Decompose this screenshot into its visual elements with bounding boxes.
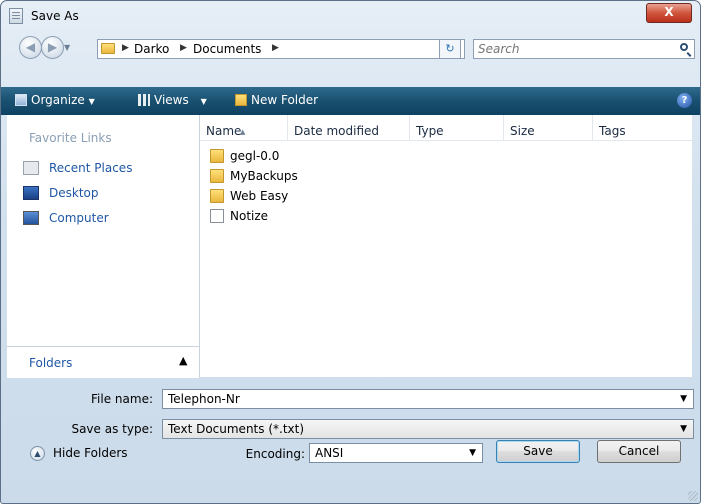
file-name: gegl-0.0 bbox=[230, 149, 280, 163]
file-name-value: Telephon-Nr bbox=[168, 392, 240, 406]
breadcrumb-darko[interactable]: Darko bbox=[134, 42, 169, 56]
chevron-down-icon: ▼ bbox=[469, 448, 476, 458]
favorite-desktop[interactable]: Desktop bbox=[23, 184, 193, 204]
favorite-label: Computer bbox=[49, 211, 109, 225]
new-folder-button[interactable]: New Folder bbox=[235, 93, 318, 107]
recent-pages-dropdown-icon[interactable]: ▼ bbox=[64, 43, 70, 52]
window-title: Save As bbox=[31, 9, 79, 23]
file-name: MyBackups bbox=[230, 169, 298, 183]
encoding-select[interactable]: ANSI ▼ bbox=[309, 443, 483, 463]
organize-menu[interactable]: Organize ▼ bbox=[15, 93, 95, 107]
navigation-bar: ◀ ▶ ▼ ▶ Darko ▶ Documents ▶ ▼ ↻ bbox=[1, 31, 700, 65]
title-bar[interactable]: Save As X bbox=[1, 1, 700, 31]
favorite-links-heading: Favorite Links bbox=[29, 131, 112, 145]
column-label: Type bbox=[416, 124, 444, 138]
folder-icon bbox=[101, 43, 115, 54]
folders-toggle[interactable]: Folders ▲ bbox=[7, 346, 199, 378]
favorite-label: Desktop bbox=[49, 186, 99, 200]
views-icon bbox=[138, 94, 150, 106]
forward-button[interactable]: ▶ bbox=[41, 36, 64, 59]
refresh-button[interactable]: ↻ bbox=[439, 39, 461, 59]
column-headers: Name ▲ Date modified Type Size Tags bbox=[200, 115, 692, 141]
hide-folders-button[interactable]: Hide Folders bbox=[53, 446, 128, 460]
navigation-pane: Favorite Links Recent Places Desktop Com… bbox=[7, 115, 200, 378]
column-header-name[interactable]: Name ▲ bbox=[200, 115, 288, 140]
command-toolbar: Organize ▼ Views ▼ New Folder ? bbox=[1, 87, 700, 115]
document-icon bbox=[210, 209, 224, 223]
sort-ascending-icon: ▲ bbox=[240, 128, 246, 136]
chevron-down-icon: ▼ bbox=[200, 97, 207, 106]
cancel-button[interactable]: Cancel bbox=[597, 440, 681, 463]
column-label: Size bbox=[510, 124, 535, 138]
help-icon[interactable]: ? bbox=[677, 93, 692, 108]
search-box[interactable] bbox=[473, 39, 695, 59]
list-item[interactable]: gegl-0.0 bbox=[210, 147, 330, 166]
save-as-type-label: Save as type: bbox=[71, 422, 153, 436]
save-button[interactable]: Save bbox=[496, 440, 580, 463]
column-label: Date modified bbox=[294, 124, 380, 138]
save-as-dialog: Save As X ◀ ▶ ▼ ▶ Darko ▶ Documents ▶ ▼ … bbox=[0, 0, 701, 504]
search-input[interactable] bbox=[478, 41, 668, 57]
forward-arrow-icon: ▶ bbox=[47, 40, 58, 54]
organize-label: Organize bbox=[31, 93, 85, 107]
favorite-label: Recent Places bbox=[49, 161, 133, 175]
column-header-date-modified[interactable]: Date modified bbox=[288, 115, 410, 140]
new-folder-label: New Folder bbox=[251, 93, 319, 107]
resize-grip[interactable] bbox=[688, 491, 698, 501]
file-name: Web Easy bbox=[230, 189, 289, 203]
chevron-up-icon[interactable]: ▲ bbox=[30, 446, 45, 461]
chevron-down-icon: ▼ bbox=[680, 424, 687, 434]
views-label: Views bbox=[154, 93, 189, 107]
close-button[interactable]: X bbox=[646, 3, 692, 23]
file-name: Notize bbox=[230, 209, 269, 223]
chevron-down-icon: ▼ bbox=[88, 97, 95, 106]
file-name-label: File name: bbox=[91, 392, 153, 406]
breadcrumb-separator-icon[interactable]: ▶ bbox=[272, 43, 279, 53]
breadcrumb-separator-icon[interactable]: ▶ bbox=[122, 43, 129, 53]
column-header-tags[interactable]: Tags bbox=[593, 115, 692, 140]
chevron-up-icon: ▲ bbox=[179, 354, 188, 367]
file-list: Name ▲ Date modified Type Size Tags gegl-… bbox=[200, 115, 692, 377]
organize-icon bbox=[15, 94, 27, 106]
recent-places-icon bbox=[23, 161, 39, 175]
back-button[interactable]: ◀ bbox=[19, 36, 42, 59]
chevron-down-icon[interactable]: ▼ bbox=[680, 394, 687, 404]
notepad-icon bbox=[9, 8, 23, 24]
save-options: File name: Telephon-Nr ▼ Save as type: T… bbox=[1, 377, 700, 503]
column-label: Name bbox=[206, 124, 242, 138]
search-icon[interactable] bbox=[680, 43, 688, 51]
views-menu[interactable]: Views ▼ bbox=[138, 93, 207, 107]
address-bar[interactable]: ▶ Darko ▶ Documents ▶ ▼ bbox=[97, 39, 465, 59]
list-item[interactable]: Notize bbox=[210, 207, 330, 226]
favorite-computer[interactable]: Computer bbox=[23, 209, 193, 229]
encoding-label: Encoding: bbox=[245, 447, 305, 461]
file-name-field[interactable]: Telephon-Nr ▼ bbox=[162, 389, 694, 409]
desktop-icon bbox=[23, 186, 39, 200]
breadcrumb-documents[interactable]: Documents bbox=[193, 42, 261, 56]
back-arrow-icon: ◀ bbox=[25, 40, 36, 54]
column-header-type[interactable]: Type bbox=[410, 115, 504, 140]
list-item[interactable]: MyBackups bbox=[210, 167, 330, 186]
save-as-type-value: Text Documents (*.txt) bbox=[168, 422, 305, 436]
folder-icon bbox=[210, 169, 224, 183]
list-item[interactable]: Web Easy bbox=[210, 187, 330, 206]
folder-icon bbox=[210, 189, 224, 203]
column-header-size[interactable]: Size bbox=[504, 115, 593, 140]
new-folder-icon bbox=[235, 94, 247, 106]
breadcrumb-separator-icon[interactable]: ▶ bbox=[180, 43, 187, 53]
folder-icon bbox=[210, 149, 224, 163]
favorite-recent-places[interactable]: Recent Places bbox=[23, 159, 193, 179]
encoding-value: ANSI bbox=[315, 446, 344, 460]
save-as-type-select[interactable]: Text Documents (*.txt) ▼ bbox=[162, 419, 694, 439]
folders-label: Folders bbox=[29, 356, 73, 370]
column-label: Tags bbox=[599, 124, 626, 138]
computer-icon bbox=[23, 211, 39, 225]
refresh-icon: ↻ bbox=[445, 42, 455, 55]
